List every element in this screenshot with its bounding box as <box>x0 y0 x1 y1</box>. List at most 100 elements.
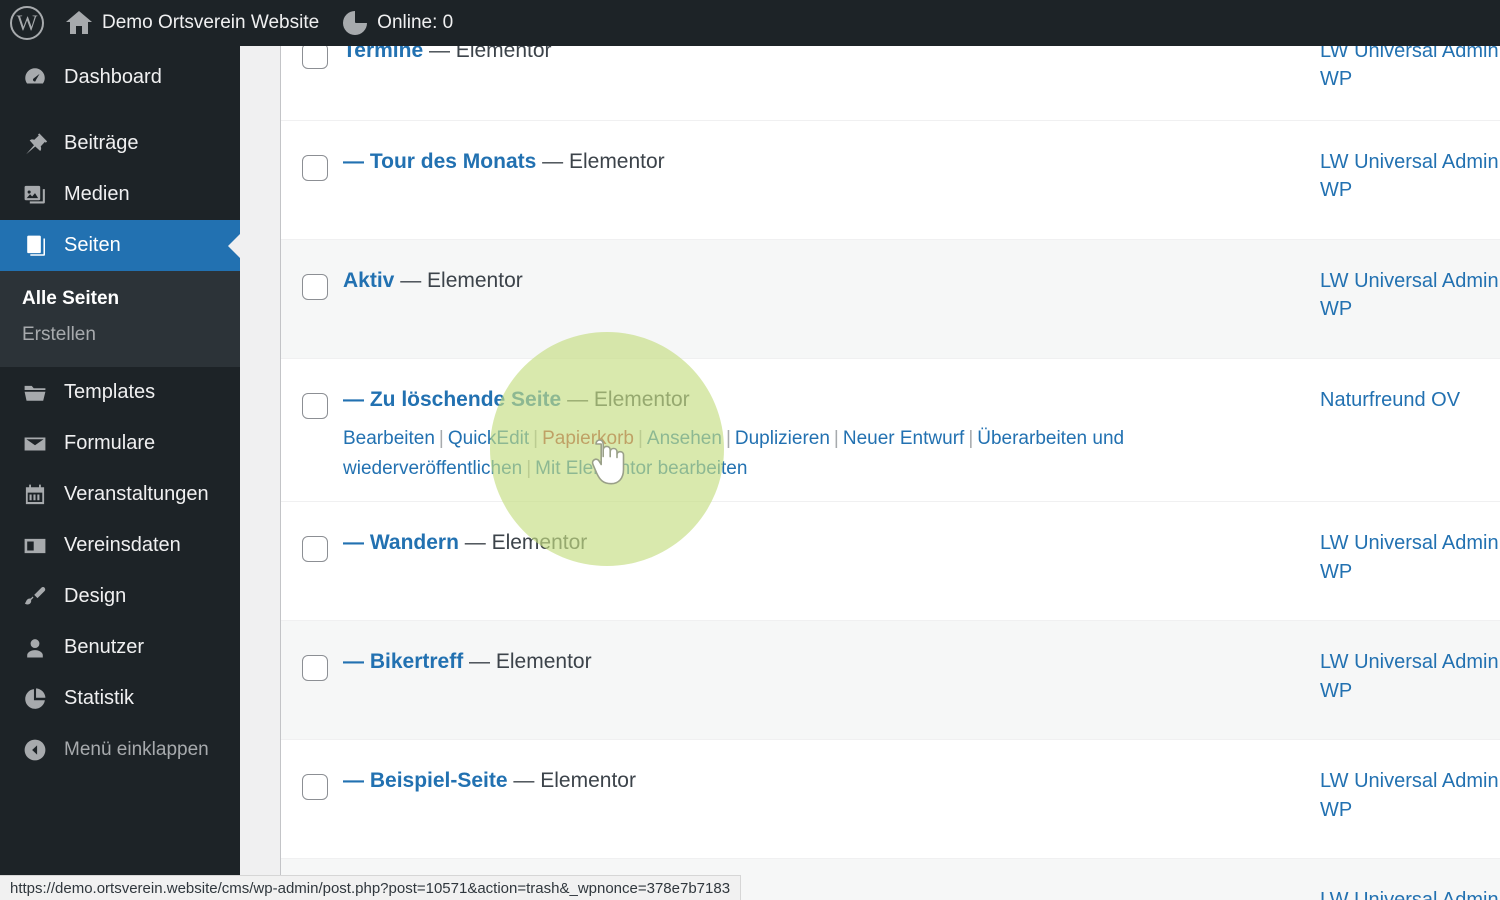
site-name-button[interactable]: Demo Ortsverein Website <box>54 0 331 46</box>
sidebar-item-design[interactable]: Design <box>0 571 240 622</box>
author-link[interactable]: LW Universal Admin WP <box>1320 46 1499 90</box>
table-row[interactable]: — Bikertreff — Elementor LW Universal Ad… <box>281 621 1500 741</box>
pages-icon <box>22 233 48 259</box>
row-checkbox[interactable] <box>302 393 328 419</box>
row-author-cell[interactable]: Naturfreund OV <box>1320 359 1500 424</box>
sidebar-subitem-label: Erstellen <box>22 324 96 345</box>
sidebar-item-benutzer[interactable]: Benutzer <box>0 622 240 673</box>
author-link[interactable]: LW Universal Admin WP <box>1320 889 1499 900</box>
author-link[interactable]: LW Universal Admin WP <box>1320 651 1499 701</box>
row-action-separator: | <box>438 428 444 450</box>
page-title: — Tour des Monats — Elementor <box>343 148 1300 176</box>
calendar-icon <box>22 482 48 508</box>
paintbrush-icon <box>22 584 48 610</box>
row-author-cell[interactable]: LW Universal Admin WP <box>1320 46 1500 104</box>
row-author-cell[interactable]: LW Universal Admin WP <box>1320 121 1500 215</box>
admin-sidebar: Dashboard Beiträge Medien Seiten Alle Se… <box>0 46 240 900</box>
row-checkbox[interactable] <box>302 655 328 682</box>
row-action-duplicate[interactable]: Duplizieren <box>735 428 830 449</box>
page-title-suffix: — Elementor <box>536 150 665 173</box>
sidebar-collapse-button[interactable]: Menü einklappen <box>0 724 240 775</box>
page-title-link[interactable]: Beispiel-Seite <box>370 769 508 792</box>
sidebar-subitem-label: Alle Seiten <box>22 288 120 309</box>
row-action-new-draft[interactable]: Neuer Entwurf <box>843 428 964 449</box>
page-title-prefix: — <box>343 531 370 555</box>
row-title-cell: — Zu löschende Seite — Elementor Bearbei… <box>343 359 1320 501</box>
row-action-trash[interactable]: Papierkorb <box>542 428 634 449</box>
admin-bar: Demo Ortsverein Website Online: 0 <box>0 0 1500 46</box>
table-row[interactable]: Termine — Elementor LW Universal Admin W… <box>281 46 1500 121</box>
sidebar-item-label: Seiten <box>64 234 121 256</box>
row-checkbox[interactable] <box>302 274 328 300</box>
row-checkbox[interactable] <box>302 774 328 801</box>
page-title-link[interactable]: Bikertreff <box>370 650 463 673</box>
page-title-suffix: — Elementor <box>463 650 592 674</box>
sidebar-item-dashboard[interactable]: Dashboard <box>0 52 240 103</box>
row-action-edit-with-elementor[interactable]: Mit Elementor bearbeiten <box>535 458 747 479</box>
sidebar-item-formulare[interactable]: Formulare <box>0 418 240 469</box>
row-author-cell[interactable]: LW Universal Admin WP <box>1320 621 1500 715</box>
row-checkbox[interactable] <box>302 155 328 181</box>
sidebar-subitem-alle-seiten[interactable]: Alle Seiten <box>0 281 240 317</box>
page-title-link[interactable]: Aktiv <box>343 269 394 292</box>
row-author-cell[interactable]: LW Universal Admin WP <box>1320 240 1500 334</box>
page-title-prefix: — <box>343 650 370 674</box>
row-checkbox-cell[interactable] <box>281 46 343 69</box>
sidebar-item-medien[interactable]: Medien <box>0 169 240 220</box>
page-title-suffix: — Elementor <box>458 531 588 555</box>
sidebar-item-templates[interactable]: Templates <box>0 367 240 418</box>
row-checkbox-cell[interactable] <box>281 240 343 300</box>
row-action-quickedit[interactable]: QuickEdit <box>448 428 529 449</box>
browser-status-bar: https://demo.ortsverein.website/cms/wp-a… <box>0 875 742 900</box>
sidebar-item-beitraege[interactable]: Beiträge <box>0 118 240 169</box>
row-action-view[interactable]: Ansehen <box>647 428 722 449</box>
user-icon <box>22 635 48 661</box>
table-row[interactable]: — Tour des Monats — Elementor LW Univers… <box>281 121 1500 240</box>
author-link[interactable]: Naturfreund OV <box>1320 389 1460 411</box>
row-checkbox[interactable] <box>302 46 328 69</box>
table-row[interactable]: Aktiv — Elementor LW Universal Admin WP … <box>281 240 1500 359</box>
table-row[interactable]: — Wandern — Elementor LW Universal Admin… <box>281 502 1500 622</box>
sidebar-item-veranstaltungen[interactable]: Veranstaltungen <box>0 469 240 520</box>
page-title: — Zu löschende Seite — Elementor <box>343 386 1300 414</box>
row-checkbox-cell[interactable] <box>281 121 343 181</box>
page-title-link[interactable]: Termine <box>343 46 423 62</box>
sidebar-item-label: Statistik <box>64 687 135 709</box>
page-title-suffix: — Elementor <box>561 388 690 411</box>
row-title-cell: — Tour des Monats — Elementor <box>343 121 1320 194</box>
table-row-hovered[interactable]: — Zu löschende Seite — Elementor Bearbei… <box>281 359 1500 503</box>
pages-table: Termine — Elementor LW Universal Admin W… <box>280 46 1500 900</box>
sidebar-item-statistik[interactable]: Statistik <box>0 673 240 724</box>
row-author-cell[interactable]: LW Universal Admin WP <box>1320 502 1500 596</box>
page-title-link[interactable]: Tour des Monats <box>370 150 536 173</box>
author-link[interactable]: LW Universal Admin WP <box>1320 532 1499 582</box>
sidebar-submenu-seiten: Alle Seiten Erstellen <box>0 271 240 367</box>
page-title: — Wandern — Elementor <box>343 529 1300 557</box>
sidebar-item-seiten[interactable]: Seiten <box>0 220 240 271</box>
author-link[interactable]: LW Universal Admin WP <box>1320 770 1499 820</box>
row-author-cell[interactable]: LW Universal Admin WP <box>1320 740 1500 834</box>
status-url-text: https://demo.ortsverein.website/cms/wp-a… <box>10 879 731 897</box>
page-title: — Beispiel-Seite — Elementor <box>343 767 1300 795</box>
page-title-link[interactable]: Zu löschende Seite <box>370 388 561 411</box>
sidebar-item-label: Veranstaltungen <box>64 483 209 505</box>
row-checkbox-cell[interactable] <box>281 502 343 563</box>
row-action-separator: | <box>526 457 532 479</box>
wordpress-logo-button[interactable] <box>0 0 54 46</box>
author-link[interactable]: LW Universal Admin WP <box>1320 151 1499 201</box>
row-action-edit[interactable]: Bearbeiten <box>343 428 435 449</box>
online-stats-button[interactable]: Online: 0 <box>331 0 465 46</box>
wordpress-logo-icon <box>10 6 44 40</box>
row-checkbox[interactable] <box>302 536 328 563</box>
sidebar-subitem-erstellen[interactable]: Erstellen <box>0 317 240 353</box>
envelope-icon <box>22 431 48 457</box>
row-checkbox-cell[interactable] <box>281 740 343 801</box>
row-action-separator: | <box>725 428 731 450</box>
sidebar-item-vereinsdaten[interactable]: Vereinsdaten <box>0 520 240 571</box>
row-checkbox-cell[interactable] <box>281 621 343 682</box>
table-row[interactable]: — Beispiel-Seite — Elementor LW Universa… <box>281 740 1500 860</box>
row-checkbox-cell[interactable] <box>281 359 343 419</box>
row-author-cell[interactable]: LW Universal Admin WP <box>1320 859 1500 900</box>
author-link[interactable]: LW Universal Admin WP <box>1320 270 1499 320</box>
page-title-link[interactable]: Wandern <box>370 531 459 554</box>
